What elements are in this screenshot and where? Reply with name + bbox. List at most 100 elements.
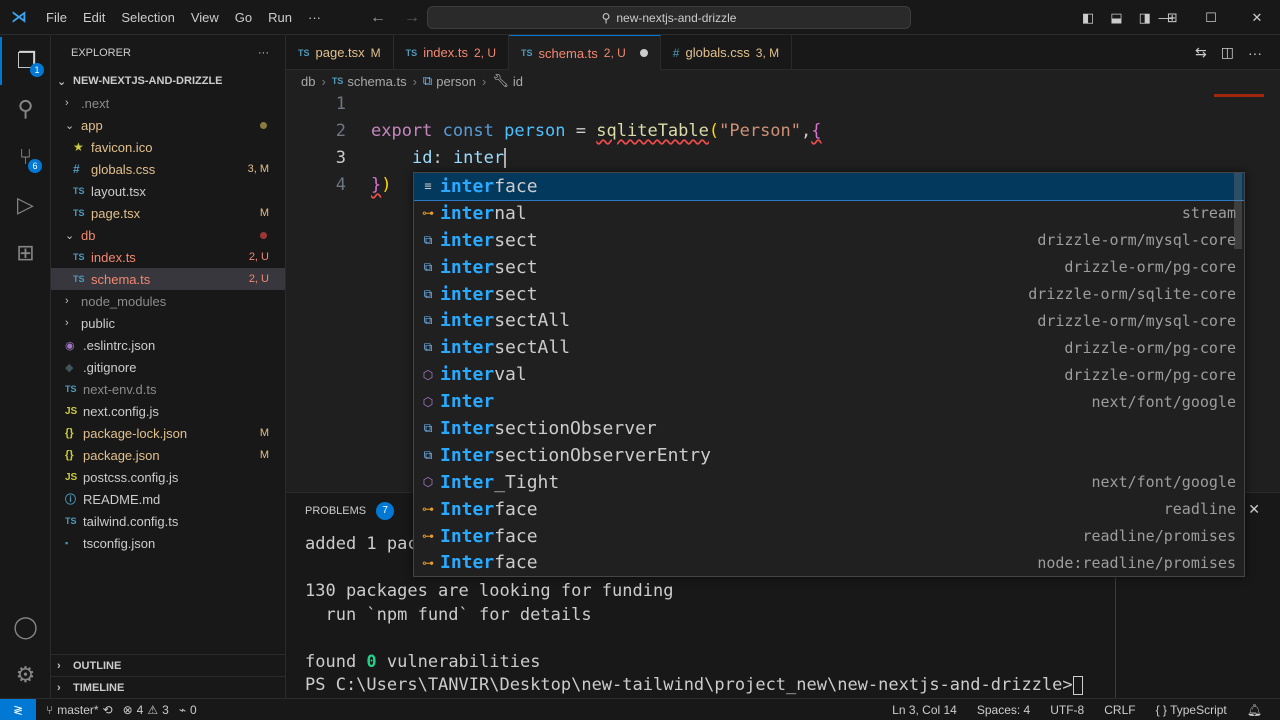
open-changes-icon[interactable]: ⇆: [1195, 44, 1207, 61]
more-actions-icon[interactable]: ···: [1248, 45, 1262, 61]
suggestion-item[interactable]: ⬡ interval drizzle-orm/pg-core: [414, 361, 1244, 388]
menu-more[interactable]: ···: [300, 0, 329, 35]
manage-gear-icon[interactable]: ⚙: [0, 651, 51, 699]
menu-go[interactable]: Go: [227, 0, 260, 35]
tree-item-file[interactable]: TS page.tsx M: [51, 202, 285, 224]
command-center-search[interactable]: ⚲ new-nextjs-and-drizzle: [427, 6, 911, 29]
suggestion-item[interactable]: ≡ interface: [414, 173, 1244, 201]
tree-item-file[interactable]: JS next.config.js: [51, 400, 285, 422]
end-of-line[interactable]: CRLF: [1104, 703, 1135, 717]
tree-item-file[interactable]: {} package-lock.json M: [51, 422, 285, 444]
ports-status[interactable]: ⌁ 0: [179, 703, 197, 717]
language-mode[interactable]: { } TypeScript: [1156, 703, 1227, 717]
outline-label: OUTLINE: [73, 659, 122, 672]
interface-icon: ⊶: [422, 206, 434, 221]
split-editor-icon[interactable]: ◫: [1221, 44, 1234, 61]
menu-view[interactable]: View: [183, 0, 227, 35]
encoding[interactable]: UTF-8: [1050, 703, 1084, 717]
suggestion-detail: next/font/google: [1091, 392, 1237, 411]
suggestion-item[interactable]: ⊶ Interface node:readline/promises: [414, 549, 1244, 576]
tree-item-file[interactable]: JS postcss.config.js: [51, 466, 285, 488]
tree-item-file[interactable]: TS next-env.d.ts: [51, 378, 285, 400]
tree-item-file[interactable]: TS layout.tsx: [51, 180, 285, 202]
timeline-section[interactable]: › TIMELINE: [51, 676, 286, 698]
suggestion-item[interactable]: ⊶ Interface readline/promises: [414, 523, 1244, 550]
property-id: id: [411, 148, 433, 168]
back-arrow-icon[interactable]: ←: [370, 9, 386, 27]
suggestion-item[interactable]: ⬡ Inter_Tight next/font/google: [414, 469, 1244, 496]
suggestion-detail: drizzle-orm/pg-core: [1064, 258, 1236, 277]
menu-file[interactable]: File: [38, 0, 75, 35]
tree-item-file[interactable]: TS tailwind.config.ts: [51, 510, 285, 532]
tree-item-file[interactable]: # globals.css 3, M: [51, 158, 285, 180]
close-window-icon[interactable]: ✕: [1234, 10, 1280, 26]
cursor-position[interactable]: Ln 3, Col 14: [892, 703, 957, 717]
suggestion-label: Inter_Tight: [440, 472, 1092, 493]
problems-status[interactable]: ⊗ 4 ⚠ 3: [123, 703, 169, 717]
tree-item-folder[interactable]: ⌄ db: [51, 224, 285, 246]
tree-item-file[interactable]: ★ favicon.ico: [51, 136, 285, 158]
suggestion-item[interactable]: ⧉ intersect drizzle-orm/mysql-core: [414, 227, 1244, 254]
workspace-root[interactable]: ⌄ NEW-NEXTJS-AND-DRIZZLE: [51, 70, 285, 92]
extensions-icon[interactable]: ⊞: [0, 229, 51, 277]
suggestion-item[interactable]: ⧉ intersectAll drizzle-orm/pg-core: [414, 334, 1244, 361]
tree-item-file[interactable]: ▪ tsconfig.json: [51, 532, 285, 554]
explorer-more-icon[interactable]: ···: [258, 47, 269, 59]
tree-item-file[interactable]: ◆ .gitignore: [51, 356, 285, 378]
menu-run[interactable]: Run: [260, 0, 300, 35]
outline-section[interactable]: › OUTLINE: [51, 654, 286, 676]
forward-arrow-icon[interactable]: →: [404, 9, 420, 27]
keyword-const: const: [442, 121, 494, 141]
unsaved-dot-icon[interactable]: [639, 49, 648, 57]
menu-selection[interactable]: Selection: [113, 0, 182, 35]
branch-status[interactable]: ⑂ master* ⟲: [46, 703, 113, 717]
variable-icon: ⧉: [423, 259, 433, 274]
suggestion-item[interactable]: ⧉ intersect drizzle-orm/sqlite-core: [414, 281, 1244, 308]
tab-globals-css[interactable]: # globals.css 3, M: [661, 35, 793, 70]
menu-edit[interactable]: Edit: [75, 0, 113, 35]
maximize-icon[interactable]: ☐: [1188, 10, 1234, 26]
tree-item-file[interactable]: TS schema.ts 2, U: [51, 268, 285, 290]
suggest-scrollbar[interactable]: [1234, 173, 1242, 249]
tree-item-file[interactable]: TS index.ts 2, U: [51, 246, 285, 268]
tree-item-folder[interactable]: › node_modules: [51, 290, 285, 312]
tree-item-file[interactable]: ◉ .eslintrc.json: [51, 334, 285, 356]
suggestion-item[interactable]: ⧉ IntersectionObserver: [414, 415, 1244, 442]
suggestion-item[interactable]: ⊶ internal stream: [414, 200, 1244, 227]
toggle-sidebar-icon[interactable]: ◧: [1082, 10, 1094, 26]
breadcrumb-folder[interactable]: db: [301, 74, 315, 89]
suggestion-item[interactable]: ⧉ intersectAll drizzle-orm/mysql-core: [414, 307, 1244, 334]
tree-item-file[interactable]: ⓘ README.md: [51, 488, 285, 510]
accounts-icon[interactable]: ◯: [0, 603, 51, 651]
explorer-activity-icon[interactable]: ❐ 1: [0, 37, 51, 85]
ports-count: 0: [190, 702, 197, 717]
suggestion-item[interactable]: ⧉ intersect drizzle-orm/pg-core: [414, 254, 1244, 281]
minimize-icon[interactable]: —: [1142, 10, 1188, 25]
suggestion-label: intersect: [440, 257, 1064, 278]
tree-item-folder[interactable]: › public: [51, 312, 285, 334]
suggestion-item[interactable]: ⬡ Inter next/font/google: [414, 388, 1244, 415]
tree-item-folder[interactable]: ⌄ app: [51, 114, 285, 136]
tree-item-file[interactable]: {} package.json M: [51, 444, 285, 466]
run-debug-icon[interactable]: ▷: [0, 181, 51, 229]
git-status-badge: M: [259, 207, 269, 219]
breadcrumb-file[interactable]: schema.ts: [347, 74, 406, 89]
breadcrumb-symbol-person[interactable]: person: [436, 74, 476, 89]
tab-schema-ts[interactable]: TS schema.ts 2, U: [509, 35, 661, 70]
tab-page-tsx[interactable]: TS page.tsx M: [286, 35, 394, 70]
tab-index-ts[interactable]: TS index.ts 2, U: [394, 35, 510, 70]
toggle-panel-icon[interactable]: ⬓: [1110, 10, 1122, 26]
suggestion-item[interactable]: ⊶ Interface readline: [414, 496, 1244, 523]
module-cube-icon: ⬡: [422, 367, 434, 382]
suggestion-item[interactable]: ⧉ IntersectionObserverEntry: [414, 442, 1244, 469]
search-activity-icon[interactable]: ⚲: [0, 85, 51, 133]
close-icon[interactable]: ✕: [1248, 501, 1260, 518]
tab-problems[interactable]: PROBLEMS: [305, 505, 366, 517]
notifications-bell-icon[interactable]: 🔔︎: [1247, 703, 1262, 717]
indentation[interactable]: Spaces: 4: [977, 703, 1030, 717]
tree-item-folder[interactable]: › .next: [51, 92, 285, 114]
remote-indicator-icon[interactable]: ≷: [0, 698, 36, 720]
source-control-icon[interactable]: ⑂ 6: [0, 133, 51, 181]
breadcrumb-symbol-id[interactable]: id: [513, 74, 523, 89]
vscode-logo-icon: ⋊: [11, 9, 27, 26]
